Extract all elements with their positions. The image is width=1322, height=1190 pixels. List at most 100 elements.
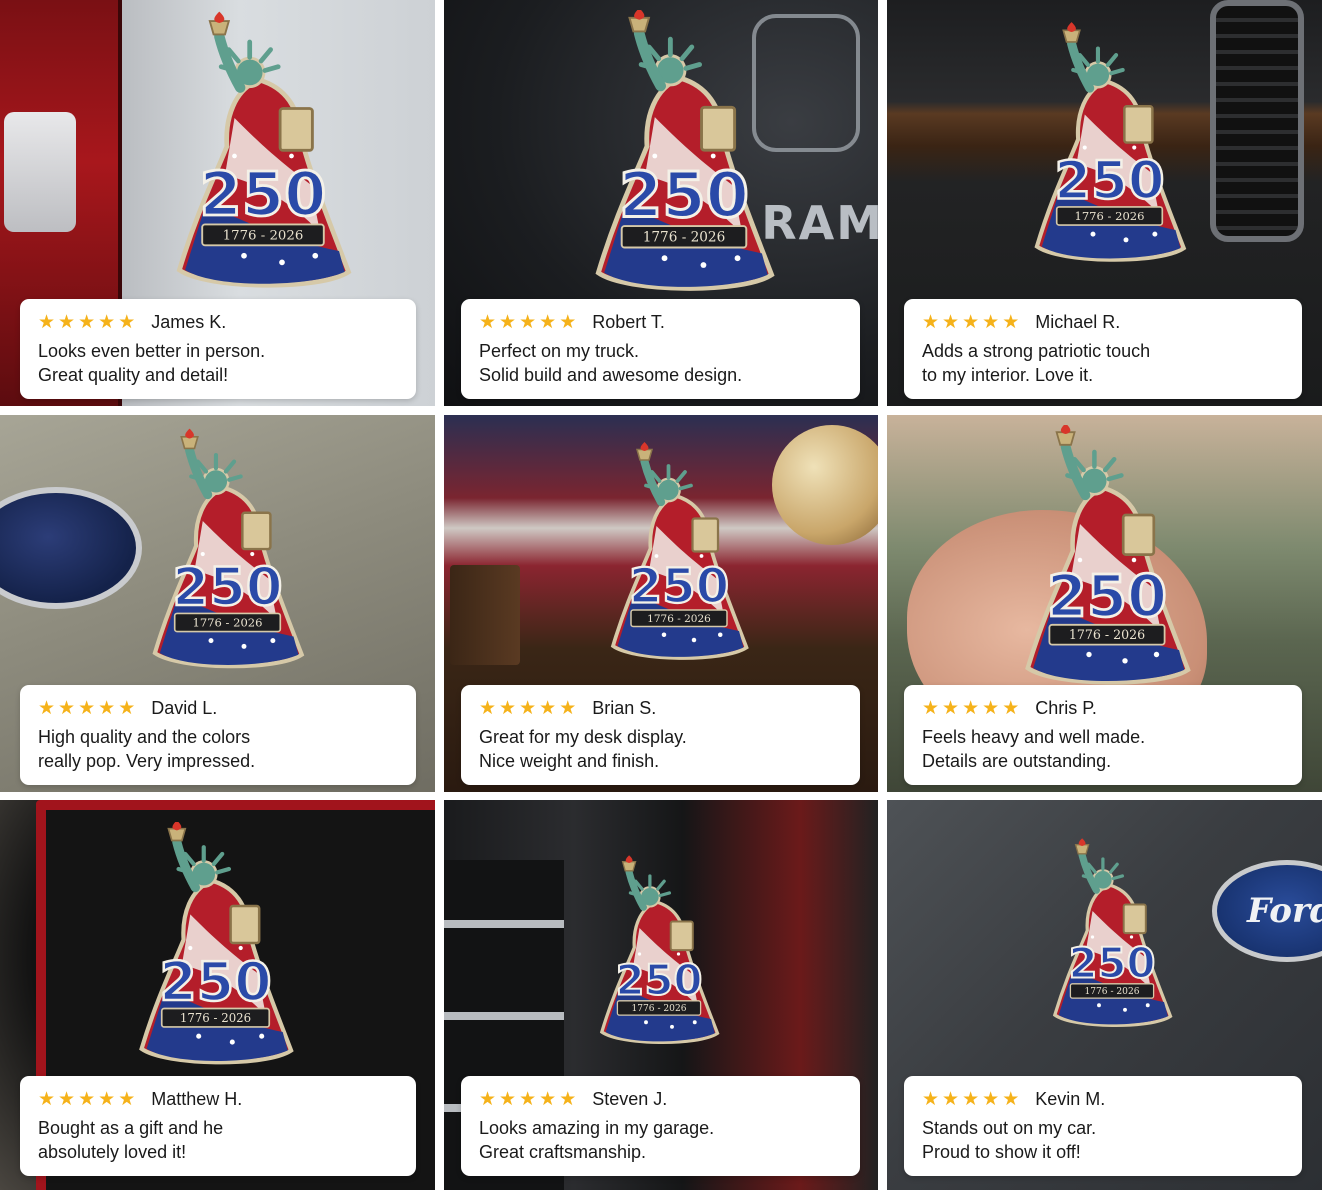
star-rating: ★ ★ ★ ★ ★: [479, 311, 576, 333]
star-icon: ★: [499, 1088, 517, 1110]
reviewer-name: Brian S.: [592, 698, 657, 718]
star-icon: ★: [559, 1088, 577, 1110]
emblem-image: [594, 840, 724, 1068]
star-rating: ★ ★ ★ ★ ★: [922, 1088, 1019, 1110]
review-text: Perfect on my truck. Solid build and awe…: [479, 339, 842, 387]
review-text: Looks even better in person. Great quali…: [38, 339, 398, 387]
review-line: Stands out on my car.: [922, 1118, 1097, 1138]
review-text: High quality and the colors really pop. …: [38, 725, 398, 773]
review-tile: ★ ★ ★ ★ ★ Michael R. Adds a strong patriotic…: [887, 0, 1322, 406]
star-icon: ★: [539, 697, 557, 719]
star-icon: ★: [962, 697, 980, 719]
star-rating: ★ ★ ★ ★ ★: [922, 697, 1019, 719]
star-icon: ★: [982, 1088, 1000, 1110]
star-icon: ★: [962, 1088, 980, 1110]
reviewer-name: David L.: [151, 698, 218, 718]
ford-wordmark: Ford: [1247, 891, 1322, 931]
star-icon: ★: [479, 1088, 497, 1110]
star-icon: ★: [539, 1088, 557, 1110]
review-line: Looks amazing in my garage.: [479, 1118, 715, 1138]
star-icon: ★: [982, 311, 1000, 333]
star-icon: ★: [559, 697, 577, 719]
review-tile: ★ ★ ★ ★ ★ Chris P. Feels heavy and well made…: [887, 415, 1322, 792]
review-tile: ★ ★ ★ ★ ★ Matthew H. Bought as a gift and he…: [0, 800, 435, 1190]
review-text: Looks amazing in my garage. Great crafts…: [479, 1116, 842, 1164]
emblem-image: [1027, 10, 1192, 285]
review-text: Great for my desk display. Nice weight a…: [479, 725, 842, 773]
review-line: Great for my desk display.: [479, 727, 687, 747]
review-tile: ★ ★ ★ ★ ★ David L. High quality and the colo…: [0, 415, 435, 792]
star-rating: ★ ★ ★ ★ ★: [38, 1088, 135, 1110]
star-rating: ★ ★ ★ ★ ★: [38, 311, 135, 333]
review-line: Details are outstanding.: [922, 751, 1112, 771]
star-icon: ★: [942, 311, 960, 333]
emblem-image: [145, 419, 310, 689]
reviewer-name: Michael R.: [1035, 312, 1121, 332]
review-text: Stands out on my car. Proud to show it o…: [922, 1116, 1284, 1164]
review-card: ★ ★ ★ ★ ★ David L. High quality and the colo…: [20, 685, 416, 785]
review-card: ★ ★ ★ ★ ★ Michael R. Adds a strong patriotic…: [904, 299, 1302, 399]
emblem-image: [604, 425, 754, 687]
star-icon: ★: [118, 697, 136, 719]
star-icon: ★: [58, 311, 76, 333]
review-text: Feels heavy and well made. Details are o…: [922, 725, 1284, 773]
review-tile: ★ ★ ★ ★ ★ Brian S. Great for my desk display…: [444, 415, 878, 792]
review-line: Proud to show it off!: [922, 1142, 1081, 1162]
review-card: ★ ★ ★ ★ ★ James K. Looks even better in pers…: [20, 299, 416, 399]
star-icon: ★: [962, 311, 980, 333]
book-image: [450, 565, 520, 665]
star-icon: ★: [1002, 311, 1020, 333]
air-vent-image: [1210, 0, 1304, 242]
star-icon: ★: [519, 1088, 537, 1110]
star-icon: ★: [38, 311, 56, 333]
review-text: Adds a strong patriotic touch to my inte…: [922, 339, 1284, 387]
star-icon: ★: [58, 1088, 76, 1110]
emblem-image: [584, 10, 784, 302]
review-tile: RAM ★ ★ ★ ★ ★ Robert T. Perfect on my truck.…: [444, 0, 878, 406]
reviewer-name: Steven J.: [592, 1089, 668, 1109]
star-icon: ★: [98, 1088, 116, 1110]
reviewer-name: Kevin M.: [1035, 1089, 1106, 1109]
review-line: Great craftsmanship.: [479, 1142, 647, 1162]
emblem-image: [118, 822, 313, 1074]
star-icon: ★: [98, 697, 116, 719]
star-rating: ★ ★ ★ ★ ★: [38, 697, 135, 719]
reviewer-name: Chris P.: [1035, 698, 1097, 718]
review-card: ★ ★ ★ ★ ★ Brian S. Great for my desk display…: [461, 685, 860, 785]
star-icon: ★: [519, 697, 537, 719]
review-line: Feels heavy and well made.: [922, 727, 1146, 747]
review-line: Bought as a gift and he: [38, 1118, 224, 1138]
star-icon: ★: [479, 311, 497, 333]
star-icon: ★: [499, 697, 517, 719]
star-rating: ★ ★ ★ ★ ★: [922, 311, 1019, 333]
review-grid: ★ ★ ★ ★ ★ James K. Looks even better in pers…: [0, 0, 1322, 1190]
emblem-image: [168, 10, 358, 302]
emblem-image: [1017, 425, 1197, 695]
star-icon: ★: [1002, 697, 1020, 719]
review-line: to my interior. Love it.: [922, 365, 1094, 385]
star-icon: ★: [559, 311, 577, 333]
review-line: Great quality and detail!: [38, 365, 229, 385]
review-line: Solid build and awesome design.: [479, 365, 743, 385]
star-icon: ★: [78, 1088, 96, 1110]
star-icon: ★: [118, 1088, 136, 1110]
review-line: Perfect on my truck.: [479, 341, 640, 361]
review-line: absolutely loved it!: [38, 1142, 187, 1162]
review-line: Adds a strong patriotic touch: [922, 341, 1151, 361]
star-icon: ★: [539, 311, 557, 333]
star-rating: ★ ★ ★ ★ ★: [479, 1088, 576, 1110]
star-icon: ★: [118, 311, 136, 333]
reviewer-name: Robert T.: [592, 312, 665, 332]
star-icon: ★: [922, 697, 940, 719]
reviewer-name: James K.: [151, 312, 227, 332]
star-icon: ★: [499, 311, 517, 333]
star-icon: ★: [942, 1088, 960, 1110]
star-icon: ★: [1002, 1088, 1020, 1110]
star-icon: ★: [942, 697, 960, 719]
ford-logo: Ford: [1212, 860, 1322, 962]
star-icon: ★: [98, 311, 116, 333]
review-tile: ★ ★ ★ ★ ★ James K. Looks even better in pers…: [0, 0, 435, 406]
review-card: ★ ★ ★ ★ ★ Chris P. Feels heavy and well made…: [904, 685, 1302, 785]
emblem-image: [1047, 826, 1177, 1048]
star-icon: ★: [78, 311, 96, 333]
